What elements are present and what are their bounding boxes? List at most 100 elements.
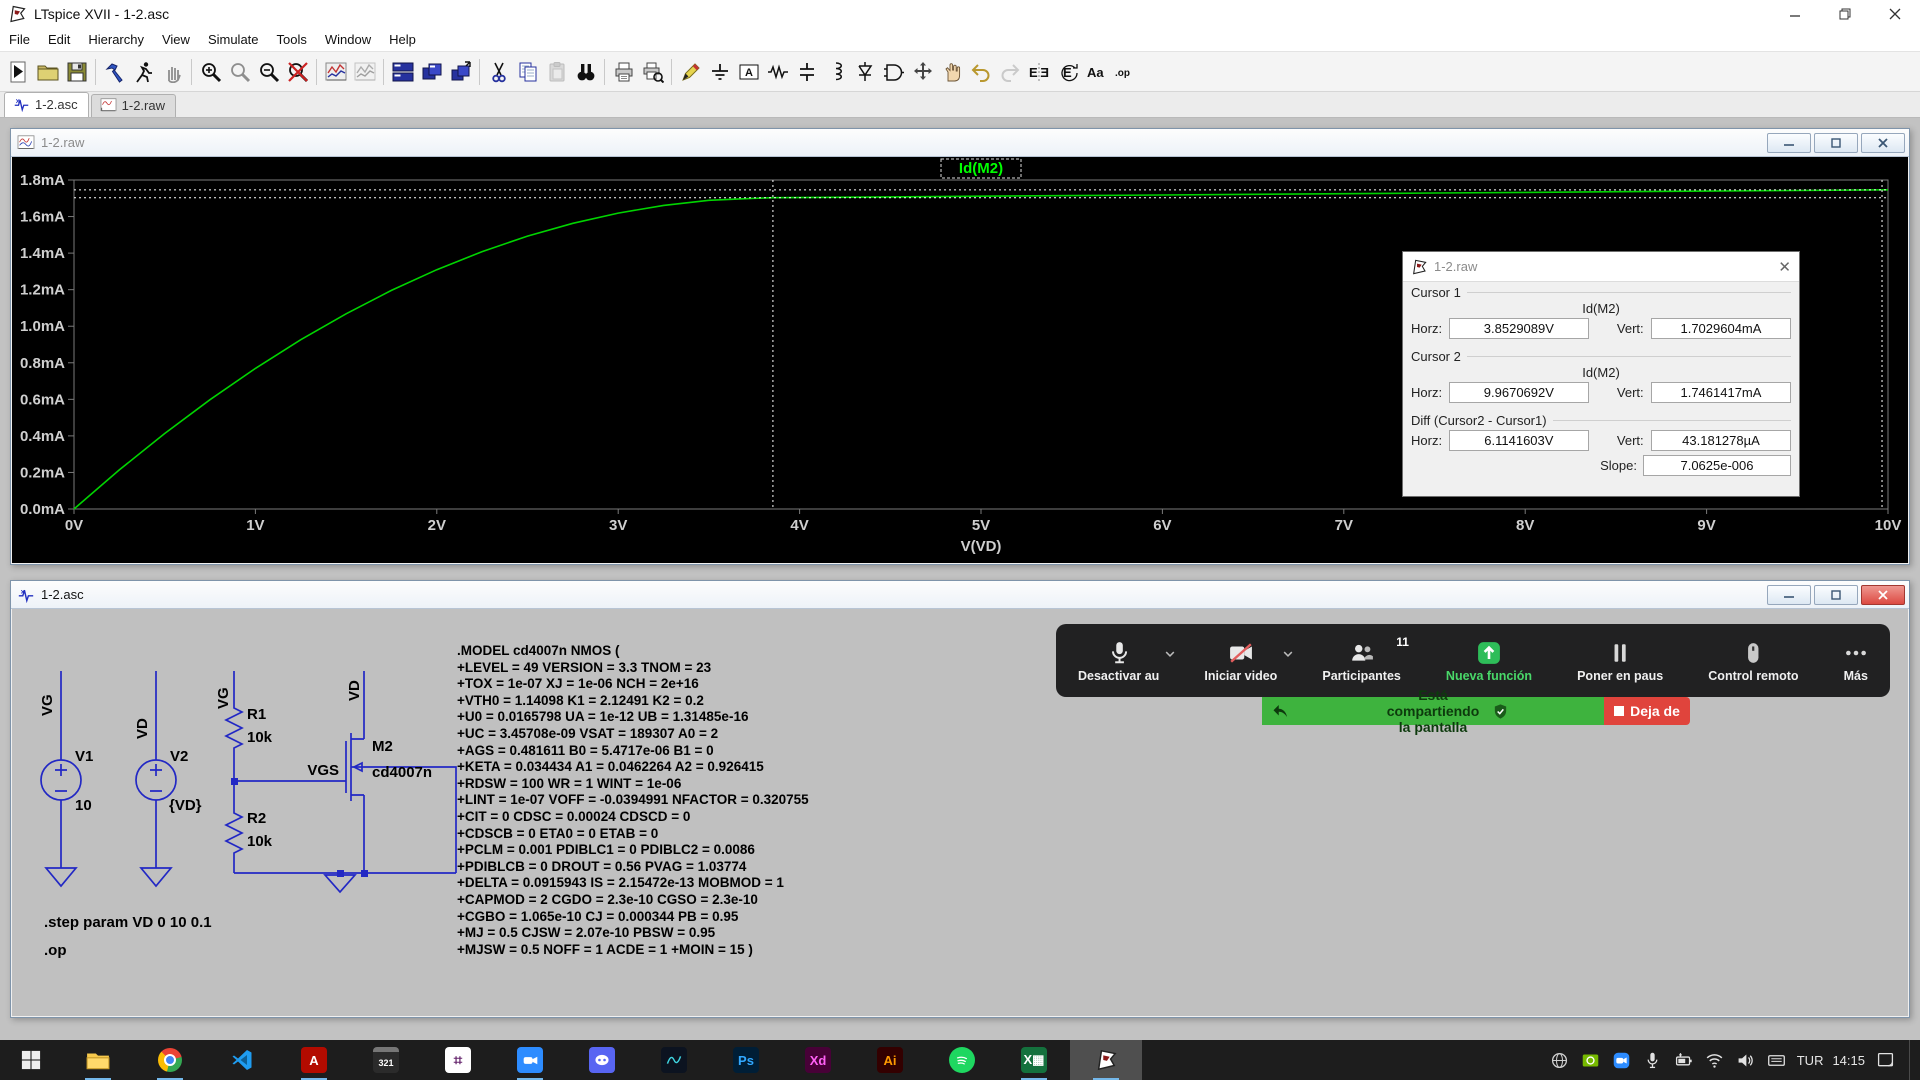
spice-model-text[interactable]: .MODEL cd4007n NMOS ( +LEVEL = 49 VERSIO…: [457, 643, 809, 958]
menu-file[interactable]: File: [0, 29, 39, 50]
net-label-button[interactable]: A: [734, 57, 763, 87]
v2-name[interactable]: V2: [170, 748, 188, 765]
taskbar-app-xd[interactable]: Xd: [782, 1040, 854, 1080]
net-label-vg[interactable]: VG: [39, 694, 56, 716]
taskbar-app-circuit-tool[interactable]: [638, 1040, 710, 1080]
wire-button[interactable]: [676, 57, 705, 87]
zoom-out-button[interactable]: [254, 57, 283, 87]
battery-icon[interactable]: [1673, 1049, 1695, 1071]
cursor1-horz-value[interactable]: 3.8529089V: [1449, 318, 1589, 339]
undo-button[interactable]: [966, 57, 995, 87]
sch-close-button[interactable]: [1861, 585, 1905, 605]
cursor-dialog-close-icon[interactable]: ✕: [1778, 258, 1791, 276]
run-button[interactable]: [4, 57, 33, 87]
action-center-icon[interactable]: [1874, 1049, 1896, 1071]
spice-directive-button[interactable]: .op: [1111, 57, 1140, 87]
remote-control-button[interactable]: Control remoto: [1704, 639, 1802, 683]
start-video-button[interactable]: Iniciar video: [1200, 639, 1281, 683]
print-preview-button[interactable]: [638, 57, 667, 87]
mute-button[interactable]: Desactivar au: [1074, 639, 1163, 683]
open-button[interactable]: [33, 57, 62, 87]
wave-minimize-button[interactable]: [1767, 133, 1811, 153]
net-label-vg-r1[interactable]: VG: [215, 687, 232, 709]
stop-share-button[interactable]: Deja de: [1604, 697, 1690, 725]
zoom-fit-button[interactable]: [283, 57, 312, 87]
taskbar-app-illustrator[interactable]: Ai: [854, 1040, 926, 1080]
control-panel-button[interactable]: [100, 57, 129, 87]
v2-value[interactable]: {VD}: [169, 797, 202, 814]
component-button[interactable]: [879, 57, 908, 87]
minimize-button[interactable]: [1770, 0, 1820, 28]
tile-windows-button[interactable]: [388, 57, 417, 87]
sch-maximize-button[interactable]: [1814, 585, 1858, 605]
participants-button[interactable]: 11Participantes: [1318, 639, 1405, 683]
v1-name[interactable]: V1: [75, 748, 93, 765]
menu-hierarchy[interactable]: Hierarchy: [79, 29, 153, 50]
ground-button[interactable]: [705, 57, 734, 87]
save-button[interactable]: [62, 57, 91, 87]
r1-value[interactable]: 10k: [247, 729, 273, 746]
chevron-down-icon[interactable]: [1281, 647, 1295, 661]
chevron-down-icon[interactable]: [1163, 647, 1177, 661]
menu-simulate[interactable]: Simulate: [199, 29, 268, 50]
net-label-vd[interactable]: VD: [134, 718, 151, 739]
waveform-window-titlebar[interactable]: 1-2.raw: [11, 129, 1909, 157]
net-label-vgs[interactable]: VGS: [307, 762, 339, 779]
r2-value[interactable]: 10k: [247, 833, 273, 850]
more-button[interactable]: Más: [1840, 639, 1872, 683]
menu-tools[interactable]: Tools: [268, 29, 316, 50]
restore-button[interactable]: [1820, 0, 1870, 28]
diode-button[interactable]: [850, 57, 879, 87]
cursor-dialog[interactable]: 1-2.raw ✕ Cursor 1 Id(M2) Horz: 3.852908…: [1402, 251, 1800, 497]
menu-edit[interactable]: Edit: [39, 29, 79, 50]
volume-icon[interactable]: [1735, 1049, 1757, 1071]
zoom-in-button[interactable]: [196, 57, 225, 87]
halt-button[interactable]: [129, 57, 158, 87]
drag-button[interactable]: [937, 57, 966, 87]
taskbar-app-slack[interactable]: ⌗: [422, 1040, 494, 1080]
tab-1-2.asc[interactable]: 1-2.asc: [4, 92, 89, 117]
op-directive[interactable]: .op: [44, 942, 67, 959]
taskbar-app-media-player[interactable]: 321: [350, 1040, 422, 1080]
taskbar-app-ltspice[interactable]: [1070, 1040, 1142, 1080]
menu-help[interactable]: Help: [380, 29, 425, 50]
clock[interactable]: 14:15: [1832, 1053, 1865, 1068]
new-share-button[interactable]: Nueva función: [1442, 639, 1536, 683]
mic-tray-icon[interactable]: [1642, 1049, 1664, 1071]
cut-button[interactable]: [484, 57, 513, 87]
mirror-button[interactable]: EE: [1024, 57, 1053, 87]
keyboard-icon[interactable]: [1766, 1049, 1788, 1071]
capacitor-button[interactable]: [792, 57, 821, 87]
cursor2-vert-value[interactable]: 1.7461417mA: [1651, 382, 1791, 403]
cascade-windows-button[interactable]: [417, 57, 446, 87]
wave-close-button[interactable]: [1861, 133, 1905, 153]
cursor-dialog-titlebar[interactable]: 1-2.raw ✕: [1403, 252, 1799, 282]
taskbar-app-excel[interactable]: X▦: [998, 1040, 1070, 1080]
find-button[interactable]: [571, 57, 600, 87]
m2-name[interactable]: M2: [372, 738, 393, 755]
rotate-button[interactable]: E: [1053, 57, 1082, 87]
copy-button[interactable]: [513, 57, 542, 87]
taskbar-app-explorer[interactable]: [62, 1040, 134, 1080]
r1-name[interactable]: R1: [247, 706, 266, 723]
cascade-new-button[interactable]: [446, 57, 475, 87]
taskbar-app-vscode[interactable]: [206, 1040, 278, 1080]
menu-view[interactable]: View: [153, 29, 199, 50]
text-button[interactable]: Aa: [1082, 57, 1111, 87]
m2-model[interactable]: cd4007n: [372, 764, 432, 781]
titlebar[interactable]: LTspice XVII - 1-2.asc: [0, 0, 1920, 28]
move-button[interactable]: [908, 57, 937, 87]
resistor-button[interactable]: [763, 57, 792, 87]
menu-window[interactable]: Window: [316, 29, 380, 50]
nvidia-icon[interactable]: [1580, 1049, 1602, 1071]
taskbar-app-chrome[interactable]: [134, 1040, 206, 1080]
print-button[interactable]: [609, 57, 638, 87]
pause-share-button[interactable]: Poner en paus: [1573, 639, 1667, 683]
start-button[interactable]: [0, 1040, 62, 1080]
step-directive[interactable]: .step param VD 0 10 0.1: [44, 914, 212, 931]
autorange-button[interactable]: [321, 57, 350, 87]
v1-value[interactable]: 10: [75, 797, 92, 814]
tab-1-2.raw[interactable]: 1-2.raw: [91, 94, 176, 117]
taskbar-app-discord[interactable]: [566, 1040, 638, 1080]
taskbar-app-photoshop[interactable]: Ps: [710, 1040, 782, 1080]
